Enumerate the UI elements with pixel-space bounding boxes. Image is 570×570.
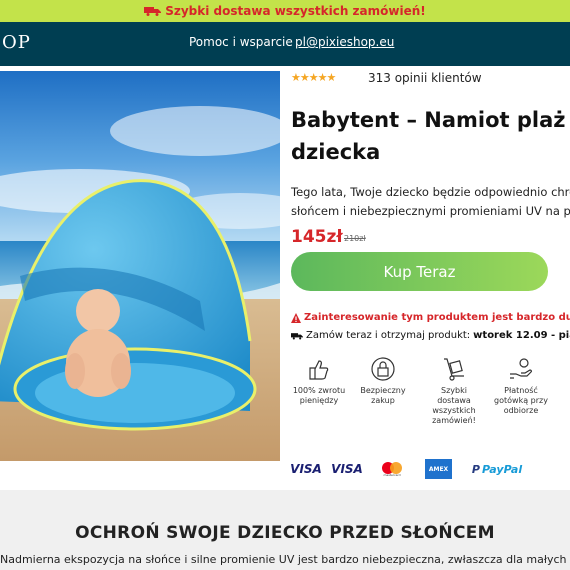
section-heading: OCHROŃ SWOJE DZIECKO PRZED SŁOŃCEM (75, 523, 495, 543)
help-link[interactable]: Pomoc i wsparcie (189, 35, 293, 49)
rating-stars: ★★★★★ (291, 71, 336, 84)
amex-logo: AMEX (425, 459, 452, 479)
email-link[interactable]: pl@pixieshop.eu (295, 35, 394, 49)
feature-cash-on-delivery: Płatność gotówką przy odbiorze (491, 356, 551, 416)
beach-tent-photo (0, 71, 280, 461)
promo-bar: Szybki dostawa wszystkich zamówień! (0, 0, 570, 22)
delivery-dates: wtorek 12.09 - piątek (473, 330, 570, 341)
promo-text: Szybki dostawa wszystkich zamówień! (165, 4, 426, 18)
product-image[interactable] (0, 71, 280, 461)
info-section: OCHROŃ SWOJE DZIECKO PRZED SŁOŃCEM Nadmi… (0, 490, 570, 570)
demand-warning-text: Zainteresowanie tym produktem jest bardz… (304, 312, 570, 323)
description-line2: słońcem i niebezpiecznymi promieniami UV… (291, 204, 570, 218)
buy-now-button[interactable]: Kup Teraz (291, 252, 548, 291)
review-count[interactable]: 313 opinii klientów (368, 71, 482, 85)
feature-label: zamówień! (432, 416, 476, 425)
section-text: Nadmierna ekspozycja na słońce i silne p… (0, 553, 567, 566)
hand-truck-icon (444, 358, 464, 381)
feature-label: odbiorze (503, 406, 539, 415)
paypal-p-icon: P (471, 462, 480, 476)
site-header: OP Pomoc i wsparcie pl@pixieshop.eu (0, 22, 570, 66)
paypal-logo: P PayPal (471, 462, 523, 476)
visa-electron-logo: VISA (331, 462, 363, 476)
product-description: Tego lata, Twoje dziecko będzie odpowied… (291, 183, 570, 221)
feature-list: 100% zwrotu pieniędzy Bezpieczny zakup Szy… (291, 356, 570, 436)
old-price: 210zł (344, 234, 366, 243)
product-details: ★★★★★ 313 opinii klientów Babytent – Nam… (290, 66, 570, 490)
product-title: Babytent – Namiot plaż dziecka (291, 104, 570, 168)
feature-label: Szybki (441, 386, 467, 395)
lock-icon (371, 357, 395, 381)
feature-label: gotówką przy (494, 396, 548, 405)
feature-label: zakup (371, 396, 395, 405)
delivery-estimate: Zamów teraz i otrzymaj produkt: wtorek 1… (291, 330, 570, 341)
feature-money-back: 100% zwrotu pieniędzy (289, 356, 349, 406)
feature-label: Bezpieczny (360, 386, 406, 395)
visa-logo: VISA (290, 462, 322, 476)
delivery-prefix: Zamów teraz i otrzymaj produkt: (306, 330, 471, 341)
demand-warning: Zainteresowanie tym produktem jest bardz… (291, 312, 570, 323)
feature-label: dostawa (437, 396, 471, 405)
feature-label: pieniędzy (299, 396, 339, 405)
thumbs-up-icon (309, 360, 329, 380)
warning-icon (291, 312, 301, 323)
truck-icon (291, 332, 303, 340)
feature-label: 100% zwrotu (292, 386, 346, 395)
description-line1: Tego lata, Twoje dziecko będzie odpowied… (291, 185, 570, 199)
product-title-line2: dziecka (291, 140, 381, 164)
cash-hand-icon (510, 358, 533, 379)
payment-methods: VISA VISA mastercard AMEX P PayPal (290, 459, 570, 481)
feature-label: Płatność (504, 386, 538, 395)
product-title-line1: Babytent – Namiot plaż (291, 108, 566, 132)
truck-icon (144, 7, 162, 16)
mastercard-logo: mastercard (379, 459, 405, 479)
feature-secure: Bezpieczny zakup (353, 356, 413, 406)
feature-fast-delivery: Szybki dostawa wszystkich zamówień! (424, 356, 484, 426)
logo[interactable]: OP (2, 32, 31, 53)
feature-label: wszystkich (432, 406, 476, 415)
current-price: 145zł (291, 227, 343, 247)
